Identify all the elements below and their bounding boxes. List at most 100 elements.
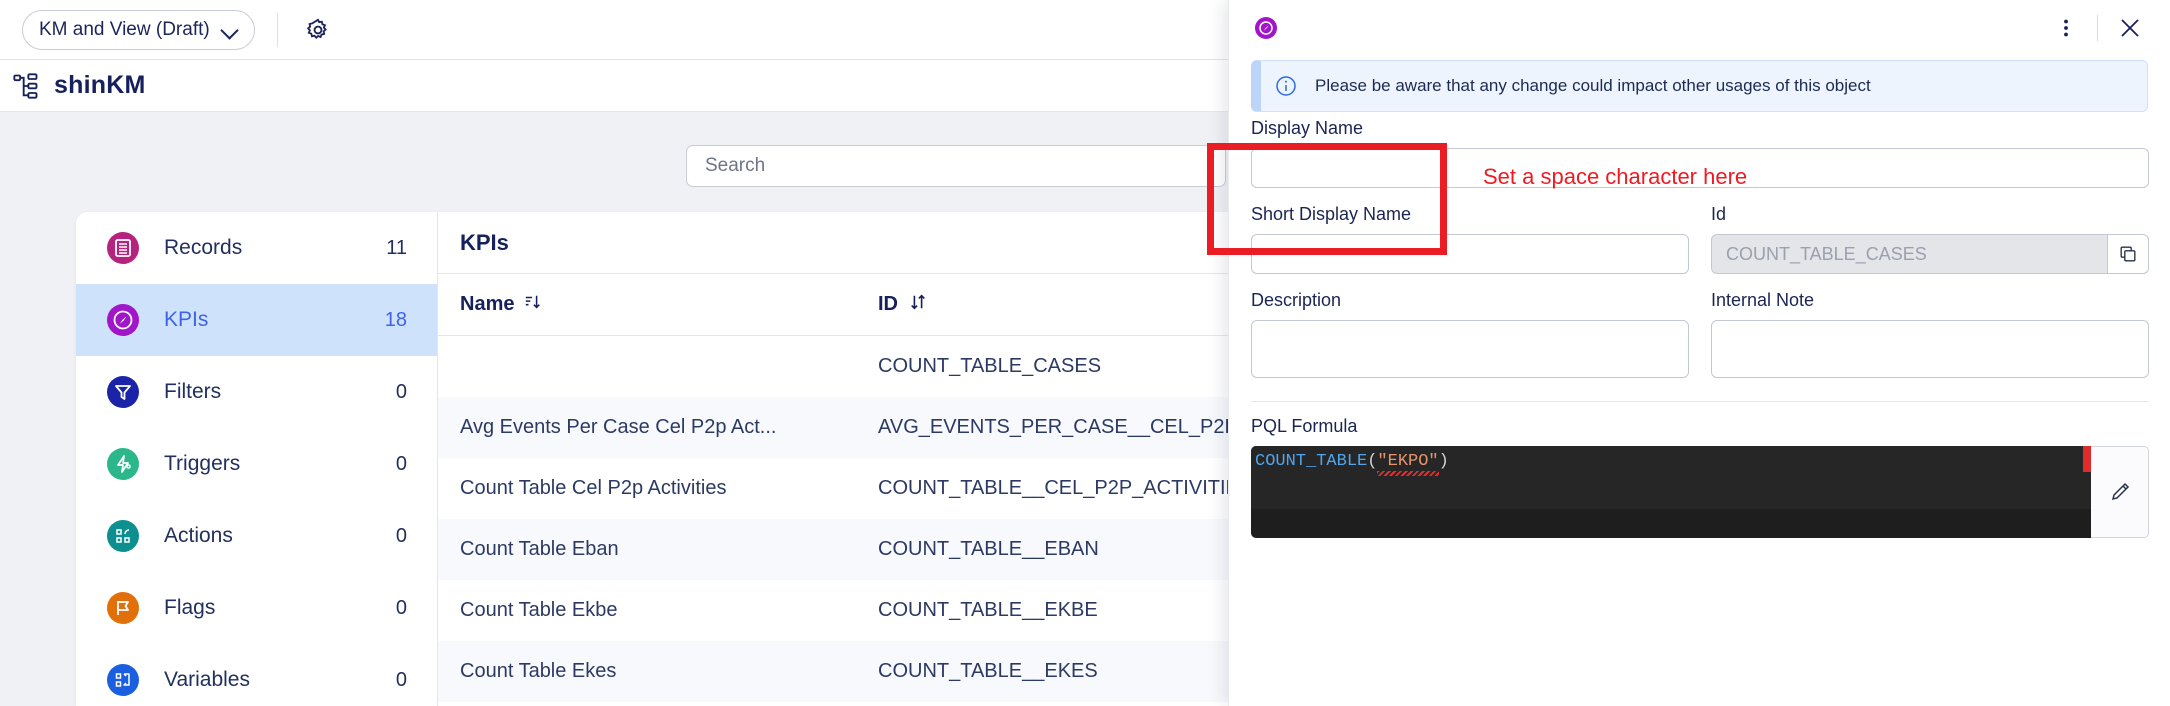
description-label: Description bbox=[1251, 290, 1342, 310]
filter-icon bbox=[104, 373, 142, 411]
table-row[interactable]: COUNT_TABLE_CASES bbox=[438, 336, 1228, 397]
pql-string-argument: "EKPO" bbox=[1377, 452, 1439, 476]
field-internal-note: Internal Note bbox=[1711, 290, 2149, 383]
pencil-icon[interactable] bbox=[2091, 446, 2149, 538]
cell-name: Count Table Ekbe bbox=[460, 599, 618, 621]
column-header-id[interactable]: ID bbox=[878, 293, 1228, 317]
id-input bbox=[1711, 234, 2108, 274]
field-pql-formula: PQL Formula COUNT_TABLE("EKPO") bbox=[1251, 416, 2149, 538]
nav-count: 0 bbox=[395, 524, 407, 547]
id-input-group bbox=[1711, 234, 2149, 274]
pql-formula-label: PQL Formula bbox=[1251, 416, 1358, 436]
object-type-nav: Records 11 KPIs 18 Filters 0 Triggers 0 … bbox=[76, 212, 438, 706]
kpi-detail-panel: Please be aware that any change could im… bbox=[1228, 0, 2170, 706]
nav-label: Actions bbox=[164, 524, 233, 547]
row-description-and-note: Description Internal Note bbox=[1251, 290, 2149, 383]
cell-name: Count Table Cel P2p Activities bbox=[460, 477, 727, 499]
info-banner: Please be aware that any change could im… bbox=[1251, 60, 2148, 112]
id-label: Id bbox=[1711, 204, 1727, 224]
nav-count: 18 bbox=[384, 308, 407, 331]
nav-label: Flags bbox=[164, 596, 216, 619]
error-squiggle-underline bbox=[1377, 471, 1439, 476]
nav-label: Variables bbox=[164, 668, 250, 691]
table-title: KPIs bbox=[438, 212, 1228, 274]
more-vertical-icon[interactable] bbox=[2051, 13, 2081, 43]
display-name-label: Display Name bbox=[1251, 118, 1364, 138]
variables-icon bbox=[104, 661, 142, 699]
internal-note-label: Internal Note bbox=[1711, 290, 1815, 310]
workspace-select[interactable]: KM and View (Draft) bbox=[22, 9, 255, 50]
records-icon bbox=[104, 229, 142, 267]
pql-code-line: COUNT_TABLE("EKPO") bbox=[1251, 446, 2091, 509]
search-input[interactable] bbox=[686, 145, 1226, 187]
column-header-id-label: ID bbox=[878, 293, 898, 315]
flag-icon bbox=[104, 589, 142, 627]
main-application-area: KM and View (Draft) shinKM Search Record… bbox=[0, 0, 1228, 706]
nav-item-records[interactable]: Records 11 bbox=[76, 212, 437, 284]
copy-icon[interactable] bbox=[2107, 234, 2149, 274]
nav-count: 11 bbox=[386, 236, 407, 259]
short-display-name-label: Short Display Name bbox=[1251, 204, 1412, 224]
column-header-name[interactable]: Name bbox=[438, 293, 878, 317]
kpi-icon bbox=[1253, 15, 1279, 41]
short-display-name-input[interactable] bbox=[1251, 234, 1689, 274]
kpi-icon bbox=[104, 301, 142, 339]
nav-count: 0 bbox=[395, 668, 407, 691]
pql-code-editor[interactable]: COUNT_TABLE("EKPO") bbox=[1251, 446, 2091, 538]
gear-icon[interactable] bbox=[300, 12, 336, 48]
cell-id: COUNT_TABLE__EKBE bbox=[878, 599, 1098, 621]
cell-id: COUNT_TABLE__CEL_P2P_ACTIVITIES bbox=[878, 477, 1228, 499]
nav-item-flags[interactable]: Flags 0 bbox=[76, 572, 437, 644]
chevron-down-icon bbox=[222, 22, 238, 38]
pql-formula-group: COUNT_TABLE("EKPO") bbox=[1251, 446, 2149, 538]
annotation-note: Set a space character here bbox=[1483, 164, 1748, 189]
table-row[interactable]: Count Table Cel P2p Activities COUNT_TAB… bbox=[438, 458, 1228, 519]
content-card: Records 11 KPIs 18 Filters 0 Triggers 0 … bbox=[76, 212, 1228, 706]
nav-item-kpis[interactable]: KPIs 18 bbox=[76, 284, 437, 356]
nav-count: 0 bbox=[395, 596, 407, 619]
info-banner-text: Please be aware that any change could im… bbox=[1315, 76, 1871, 95]
field-id: Id bbox=[1711, 204, 2149, 274]
trigger-icon bbox=[104, 445, 142, 483]
panel-header-divider bbox=[2097, 15, 2098, 41]
error-marker bbox=[2083, 446, 2091, 472]
table-row[interactable]: Count Table Eban COUNT_TABLE__EBAN bbox=[438, 519, 1228, 580]
nav-label: Records bbox=[164, 236, 243, 259]
nav-label: Triggers bbox=[164, 452, 241, 475]
table-row[interactable]: Count Table Ekbe COUNT_TABLE__EKBE bbox=[438, 580, 1228, 641]
pql-open-paren: ( bbox=[1367, 452, 1378, 471]
nav-label: Filters bbox=[164, 380, 222, 403]
cell-name: Count Table Ekes bbox=[460, 660, 617, 682]
column-header-name-label: Name bbox=[460, 293, 515, 315]
table-row[interactable]: Count Table Ekes COUNT_TABLE__EKES bbox=[438, 641, 1228, 702]
cell-name: Count Table Eban bbox=[460, 538, 619, 560]
panel-header bbox=[1229, 0, 2170, 56]
pql-function-token: COUNT_TABLE bbox=[1255, 452, 1368, 471]
cell-name: Avg Events Per Case Cel P2p Act... bbox=[460, 416, 777, 438]
nav-label: KPIs bbox=[164, 308, 209, 331]
cell-id: COUNT_TABLE__EKES bbox=[878, 660, 1098, 682]
description-textarea[interactable] bbox=[1251, 320, 1689, 378]
page-title: shinKM bbox=[54, 71, 146, 99]
top-toolbar: KM and View (Draft) bbox=[0, 0, 1228, 60]
row-short-name-and-id: Short Display Name Id bbox=[1251, 204, 2149, 274]
table-header-row: Name ID bbox=[438, 274, 1228, 336]
cell-id: AVG_EVENTS_PER_CASE__CEL_P2P_... bbox=[878, 416, 1228, 438]
table-row[interactable]: Avg Events Per Case Cel P2p Act... AVG_E… bbox=[438, 397, 1228, 458]
nav-item-variables[interactable]: Variables 0 bbox=[76, 644, 437, 706]
nav-item-actions[interactable]: Actions 0 bbox=[76, 500, 437, 572]
info-icon bbox=[1275, 75, 1297, 97]
page-title-row: shinKM bbox=[0, 60, 1228, 112]
workspace-select-label: KM and View (Draft) bbox=[39, 18, 210, 40]
nav-item-triggers[interactable]: Triggers 0 bbox=[76, 428, 437, 500]
sort-unsorted-icon bbox=[909, 293, 927, 317]
internal-note-textarea[interactable] bbox=[1711, 320, 2149, 378]
cell-id: COUNT_TABLE_CASES bbox=[878, 355, 1102, 377]
form-divider bbox=[1251, 401, 2149, 402]
field-description: Description bbox=[1251, 290, 1689, 383]
nav-item-filters[interactable]: Filters 0 bbox=[76, 356, 437, 428]
nav-count: 0 bbox=[395, 380, 407, 403]
kpi-table: KPIs Name ID COUNT_TABLE_CASES Avg Event… bbox=[438, 212, 1228, 706]
close-icon[interactable] bbox=[2114, 12, 2146, 44]
pql-close-paren: ) bbox=[1438, 452, 1449, 471]
